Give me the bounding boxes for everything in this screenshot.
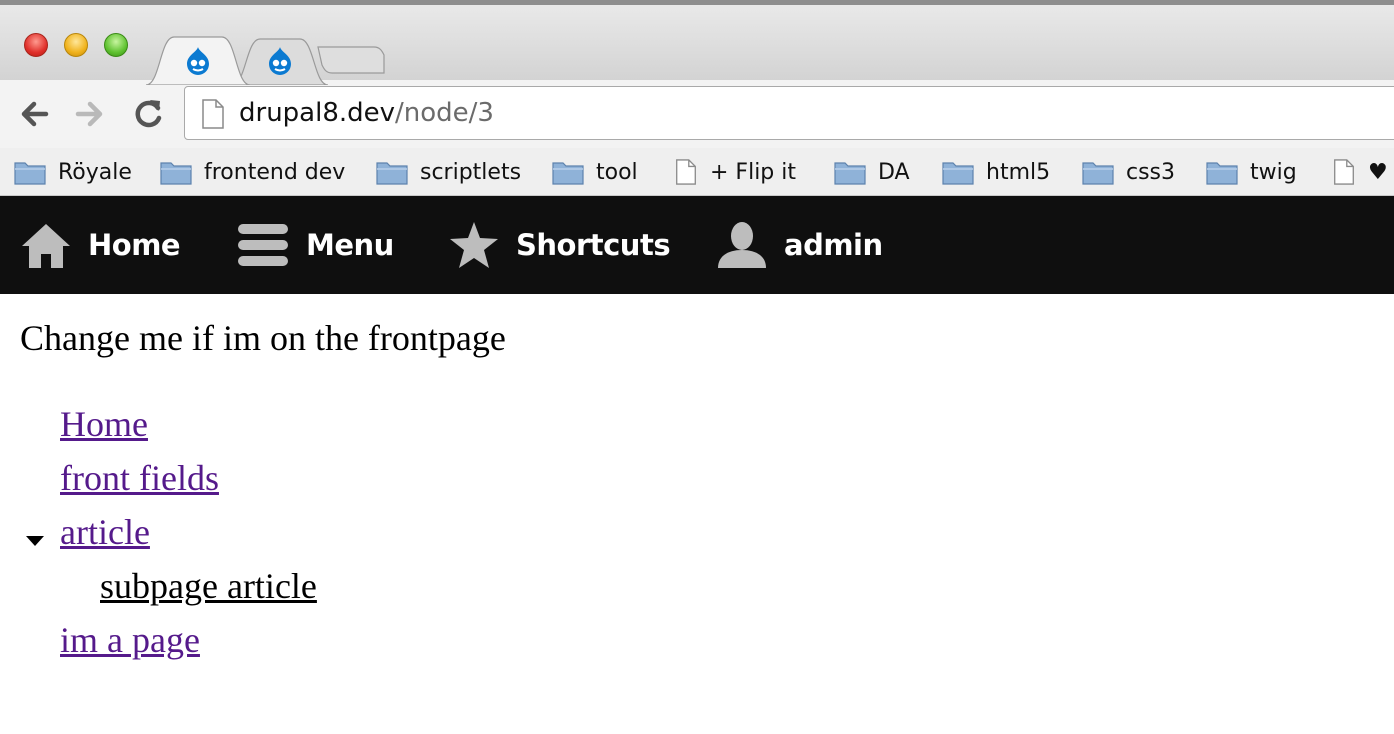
toolbar-shortcuts-label: Shortcuts bbox=[516, 228, 671, 262]
folder-icon bbox=[160, 162, 192, 185]
toolbar-menu-label: Menu bbox=[306, 228, 394, 262]
address-bar[interactable]: drupal8.dev/node/3 bbox=[184, 86, 1394, 140]
bookmark-label: css3 bbox=[1126, 159, 1176, 185]
bookmark-label: Röyale bbox=[58, 159, 132, 185]
menu-link-front-fields[interactable]: front fields bbox=[60, 456, 219, 500]
toolbar-user-label: admin bbox=[784, 228, 883, 262]
bookmark-heart[interactable]: ♥ bbox=[1332, 154, 1388, 190]
bookmark-tool[interactable]: tool bbox=[552, 154, 638, 190]
drupal-favicon-icon bbox=[269, 47, 291, 75]
toolbar-menu[interactable]: Menu bbox=[236, 196, 394, 294]
toolbar-user[interactable]: admin bbox=[716, 196, 883, 294]
page-icon bbox=[202, 99, 224, 129]
close-window-button[interactable] bbox=[24, 33, 48, 57]
folder-icon bbox=[942, 162, 974, 185]
page-icon bbox=[676, 159, 696, 185]
star-icon bbox=[450, 222, 498, 268]
url-text: drupal8.dev/node/3 bbox=[239, 97, 494, 129]
hamburger-icon bbox=[238, 224, 288, 266]
bookmark-label: + Flip it bbox=[710, 159, 797, 185]
menu-link-im-a-page[interactable]: im a page bbox=[60, 618, 200, 662]
bookmark-label: tool bbox=[596, 159, 638, 185]
toolbar-home-label: Home bbox=[88, 228, 181, 262]
bookmark-da[interactable]: DA bbox=[834, 154, 910, 190]
bookmark-twig[interactable]: twig bbox=[1206, 154, 1297, 190]
bookmark-flip-it[interactable]: + Flip it bbox=[674, 154, 796, 190]
url-path: /node/3 bbox=[395, 98, 494, 128]
home-icon bbox=[22, 224, 70, 268]
drupal-admin-toolbar: Home Menu Shortcuts admin bbox=[0, 196, 1394, 294]
folder-icon bbox=[834, 162, 866, 185]
bookmark-label: ♥ bbox=[1368, 159, 1388, 185]
folder-icon bbox=[1082, 162, 1114, 185]
minimize-window-button[interactable] bbox=[64, 33, 88, 57]
bookmark-royale[interactable]: Röyale bbox=[14, 154, 132, 190]
folder-icon bbox=[552, 162, 584, 185]
menu-link-article[interactable]: article bbox=[60, 510, 150, 554]
bookmark-html5[interactable]: html5 bbox=[942, 154, 1050, 190]
toolbar-shortcuts[interactable]: Shortcuts bbox=[448, 196, 671, 294]
reload-icon[interactable] bbox=[128, 94, 168, 134]
drupal-favicon-icon bbox=[187, 47, 209, 75]
tab-drupal-active[interactable] bbox=[146, 35, 250, 85]
browser-titlebar bbox=[0, 0, 1394, 85]
folder-icon bbox=[1206, 162, 1238, 185]
bookmark-label: html5 bbox=[986, 159, 1051, 185]
bookmark-scriptlets[interactable]: scriptlets bbox=[376, 154, 521, 190]
user-icon bbox=[718, 222, 766, 268]
bookmark-css3[interactable]: css3 bbox=[1082, 154, 1175, 190]
menu-link-home[interactable]: Home bbox=[60, 402, 148, 446]
bookmark-label: scriptlets bbox=[420, 159, 522, 185]
expanded-caret-icon[interactable] bbox=[26, 536, 44, 546]
intro-text: Change me if im on the frontpage bbox=[20, 318, 506, 358]
bookmark-label: DA bbox=[878, 159, 910, 185]
bookmark-frontend-dev[interactable]: frontend dev bbox=[160, 154, 345, 190]
bookmarks-bar: Röyale frontend dev scriptlets tool + Fl… bbox=[0, 148, 1394, 196]
folder-icon bbox=[376, 162, 408, 185]
url-domain: drupal8.dev bbox=[239, 98, 396, 128]
bookmark-label: twig bbox=[1250, 159, 1297, 185]
zoom-window-button[interactable] bbox=[104, 33, 128, 57]
bookmark-label: frontend dev bbox=[204, 159, 346, 185]
folder-icon bbox=[14, 162, 46, 185]
toolbar-home[interactable]: Home bbox=[20, 196, 181, 294]
menu-link-subpage-article[interactable]: subpage article bbox=[100, 564, 317, 608]
page-content: Change me if im on the frontpage Home fr… bbox=[0, 294, 1394, 734]
back-arrow-icon[interactable] bbox=[16, 94, 56, 134]
forward-arrow-icon[interactable] bbox=[70, 94, 110, 134]
page-icon bbox=[1334, 159, 1354, 185]
